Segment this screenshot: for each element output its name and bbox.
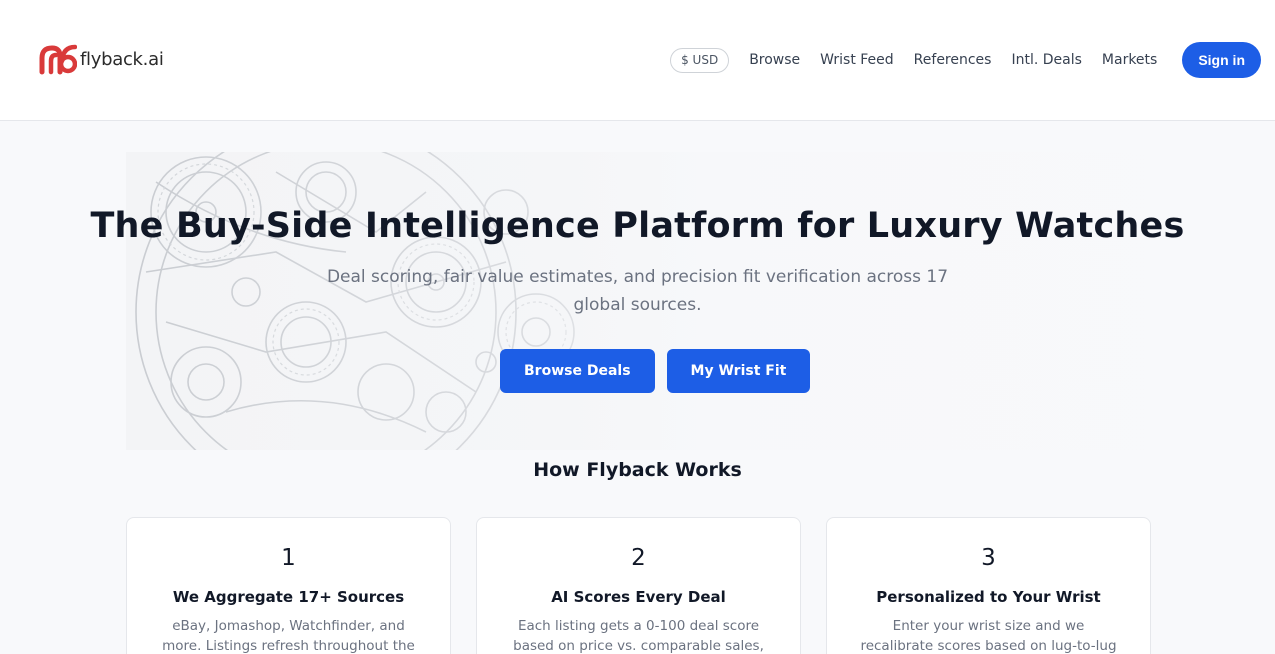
currency-selector[interactable]: $ USD bbox=[670, 47, 730, 73]
step-description: eBay, Jomashop, Watchfinder, and more. L… bbox=[162, 618, 415, 654]
step-card: 2 AI Scores Every Deal Each listing gets… bbox=[476, 517, 801, 654]
main-nav: $ USD Browse Wrist Feed References Intl.… bbox=[670, 42, 1261, 78]
site-header: flyback.ai $ USD Browse Wrist Feed Refer… bbox=[0, 0, 1275, 121]
sign-in-button[interactable]: Sign in bbox=[1182, 42, 1261, 78]
step-title: Personalized to Your Wrist bbox=[876, 588, 1101, 606]
hero-subtitle: Deal scoring, fair value estimates, and … bbox=[326, 267, 949, 315]
step-description: Each listing gets a 0-100 deal score bas… bbox=[513, 618, 764, 654]
nav-browse[interactable]: Browse bbox=[749, 52, 800, 68]
hero-title: The Buy-Side Intelligence Platform for L… bbox=[90, 206, 1185, 246]
how-it-works-cards: 1 We Aggregate 17+ Sources eBay, Jomasho… bbox=[126, 517, 1151, 654]
step-card: 1 We Aggregate 17+ Sources eBay, Jomasho… bbox=[126, 517, 451, 654]
nav-wrist-feed[interactable]: Wrist Feed bbox=[820, 52, 894, 68]
how-it-works-title: How Flyback Works bbox=[533, 459, 742, 481]
step-number: 3 bbox=[981, 545, 996, 571]
step-number: 2 bbox=[631, 545, 646, 571]
flyback-logo-icon bbox=[39, 44, 77, 75]
nav-references[interactable]: References bbox=[914, 52, 992, 68]
browse-deals-button[interactable]: Browse Deals bbox=[500, 349, 655, 393]
nav-markets[interactable]: Markets bbox=[1102, 52, 1157, 68]
nav-intl-deals[interactable]: Intl. Deals bbox=[1011, 52, 1081, 68]
step-title: We Aggregate 17+ Sources bbox=[172, 588, 405, 606]
hero-actions: Browse Deals My Wrist Fit bbox=[500, 349, 811, 393]
step-card: 3 Personalized to Your Wrist Enter your … bbox=[826, 517, 1151, 654]
logo-text: flyback.ai bbox=[80, 49, 164, 70]
step-number: 1 bbox=[281, 545, 296, 571]
step-description: Enter your wrist size and we recalibrate… bbox=[860, 618, 1117, 654]
step-title: AI Scores Every Deal bbox=[551, 588, 726, 606]
logo[interactable]: flyback.ai bbox=[39, 44, 164, 75]
my-wrist-fit-button[interactable]: My Wrist Fit bbox=[666, 349, 811, 393]
